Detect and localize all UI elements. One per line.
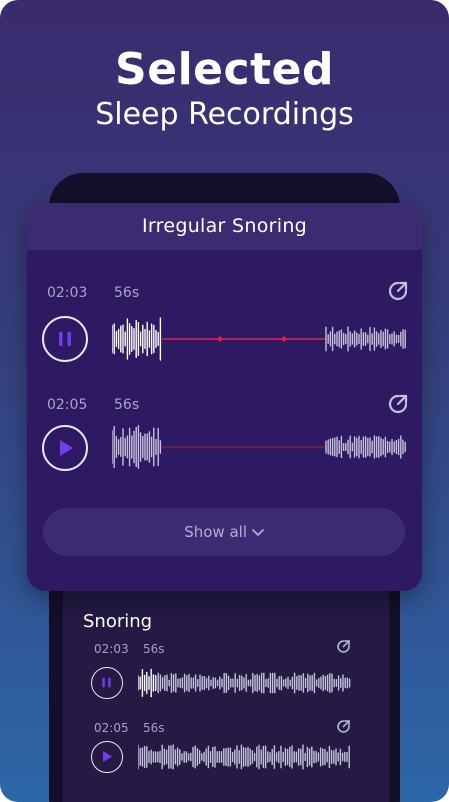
- recording-time: 02:03: [94, 642, 129, 656]
- show-all-label: Show all: [184, 523, 247, 541]
- play-button[interactable]: [42, 425, 88, 471]
- pause-button[interactable]: [91, 667, 123, 699]
- app-screen: Selected Sleep Recordings Irregular Snor…: [0, 0, 449, 802]
- hero-title: Selected: [115, 44, 334, 95]
- section-title: Snoring: [83, 611, 153, 632]
- pause-icon: [59, 332, 71, 346]
- recording-time: 02:03: [47, 285, 88, 301]
- waveform[interactable]: [112, 419, 407, 475]
- share-icon[interactable]: [387, 393, 409, 415]
- share-icon[interactable]: [336, 639, 351, 654]
- pause-button[interactable]: [42, 316, 88, 362]
- recording-duration: 56s: [143, 721, 165, 735]
- pause-icon: [102, 677, 111, 688]
- hero-subtitle: Sleep Recordings: [95, 97, 354, 132]
- recording-duration: 56s: [143, 642, 165, 656]
- recording-time: 02:05: [47, 397, 88, 413]
- waveform[interactable]: [138, 739, 351, 775]
- waveform-played[interactable]: [112, 311, 407, 367]
- waveform[interactable]: [138, 665, 351, 701]
- recording-time: 02:05: [94, 721, 129, 735]
- share-icon[interactable]: [336, 719, 351, 734]
- chevron-down-icon: [251, 528, 264, 536]
- show-all-button[interactable]: Show all: [43, 508, 405, 556]
- play-button[interactable]: [91, 741, 123, 773]
- irregular-snoring-card: Irregular Snoring 02:03 56s 02:05 56s Sh…: [27, 203, 422, 591]
- card-title: Irregular Snoring: [27, 203, 422, 250]
- recording-duration: 56s: [114, 285, 140, 301]
- play-icon: [60, 440, 73, 456]
- recording-duration: 56s: [114, 397, 140, 413]
- play-icon: [103, 750, 113, 763]
- share-icon[interactable]: [387, 280, 409, 302]
